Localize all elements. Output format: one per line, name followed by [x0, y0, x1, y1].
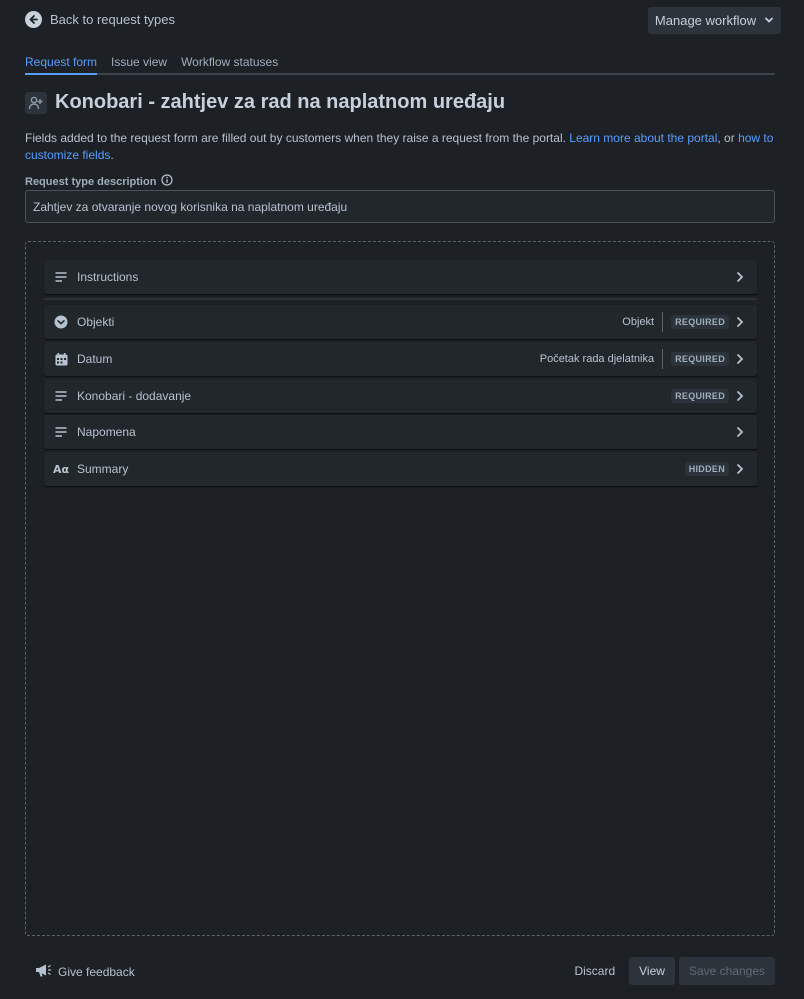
chevron-right-icon — [733, 425, 747, 439]
feedback-label: Give feedback — [58, 965, 135, 979]
instructions-divider — [44, 298, 757, 300]
field-row-konobari-dodavanje[interactable]: Konobari - dodavanje REQUIRED — [44, 379, 757, 413]
request-type-description-input[interactable]: Zahtjev za otvaranje novog korisnika na … — [25, 190, 775, 223]
hidden-badge: HIDDEN — [684, 462, 729, 476]
top-bar: Back to request types Manage workflow — [25, 7, 781, 34]
text-lines-icon — [54, 425, 68, 439]
request-type-description-label: Request type description — [25, 174, 174, 189]
description-text: Fields added to the request form are fil… — [25, 131, 570, 145]
chevron-right-icon — [733, 462, 747, 476]
megaphone-icon — [35, 963, 52, 981]
description-value: Zahtjev za otvaranje novog korisnika na … — [33, 199, 348, 214]
page-description: Fields added to the request form are fil… — [25, 130, 777, 164]
field-label: Napomena — [77, 425, 136, 439]
chevron-down-icon — [764, 13, 774, 28]
separator — [662, 312, 664, 332]
arrow-left-icon — [25, 11, 42, 28]
footer: Give feedback Discard View Save changes — [25, 957, 775, 985]
tab-bar: Request form Issue view Workflow statuse… — [25, 55, 775, 75]
field-label: Summary — [77, 462, 129, 476]
field-row-objekti[interactable]: Objekti Objekt REQUIRED — [44, 305, 757, 339]
chevron-right-icon — [733, 389, 747, 403]
field-row-instructions[interactable]: Instructions — [44, 260, 757, 294]
footer-actions: Discard View Save changes — [564, 957, 775, 985]
calendar-icon — [54, 352, 68, 366]
info-icon[interactable] — [161, 174, 174, 189]
field-label: Instructions — [77, 270, 139, 284]
title-row: Konobari - zahtjev za rad na naplatnom u… — [25, 91, 505, 114]
user-add-icon — [25, 91, 47, 114]
text-format-icon: Aα — [52, 462, 70, 476]
field-label: Konobari - dodavanje — [77, 389, 192, 403]
field-meta: REQUIRED — [671, 389, 729, 403]
tab-issue-view[interactable]: Issue view — [111, 55, 167, 73]
field-label: Datum — [77, 352, 113, 366]
field-row-napomena[interactable]: Napomena — [44, 415, 757, 449]
field-meta: Početak rada djelatnika REQUIRED — [540, 349, 729, 369]
text-lines-icon — [54, 389, 68, 403]
give-feedback-button[interactable]: Give feedback — [35, 963, 135, 981]
description-connector: , or — [717, 131, 739, 145]
field-name: Objekt — [622, 316, 655, 328]
required-badge: REQUIRED — [671, 315, 729, 329]
field-row-summary[interactable]: Aα Summary HIDDEN — [44, 452, 757, 486]
back-label: Back to request types — [50, 12, 176, 27]
back-to-request-types-link[interactable]: Back to request types — [25, 11, 175, 28]
manage-workflow-label: Manage workflow — [654, 13, 757, 28]
separator — [662, 349, 664, 369]
page-title: Konobari - zahtjev za rad na naplatnom u… — [55, 91, 506, 113]
description-end: . — [110, 148, 114, 162]
view-button[interactable]: View — [629, 957, 675, 985]
chevron-right-icon — [733, 352, 747, 366]
discard-button[interactable]: Discard — [564, 957, 625, 985]
form-fields-dropzone: Instructions Objekti Objekt REQUIRED Dat… — [25, 241, 775, 936]
chevron-right-icon — [733, 270, 747, 284]
chevron-circle-icon — [54, 315, 68, 329]
field-meta: HIDDEN — [684, 462, 729, 476]
field-meta: Objekt REQUIRED — [622, 312, 729, 332]
manage-workflow-button[interactable]: Manage workflow — [648, 7, 781, 34]
field-label: Objekti — [77, 315, 115, 329]
save-changes-button[interactable]: Save changes — [678, 957, 775, 985]
learn-more-portal-link[interactable]: Learn more about the portal — [569, 131, 717, 145]
description-label-text: Request type description — [25, 175, 157, 188]
field-row-datum[interactable]: Datum Početak rada djelatnika REQUIRED — [44, 342, 757, 376]
field-name: Početak rada djelatnika — [539, 353, 655, 365]
required-badge: REQUIRED — [671, 389, 729, 403]
tab-request-form[interactable]: Request form — [25, 55, 98, 75]
text-lines-icon — [54, 270, 68, 284]
tab-workflow-statuses[interactable]: Workflow statuses — [181, 55, 278, 73]
required-badge: REQUIRED — [671, 352, 729, 366]
chevron-right-icon — [733, 315, 747, 329]
